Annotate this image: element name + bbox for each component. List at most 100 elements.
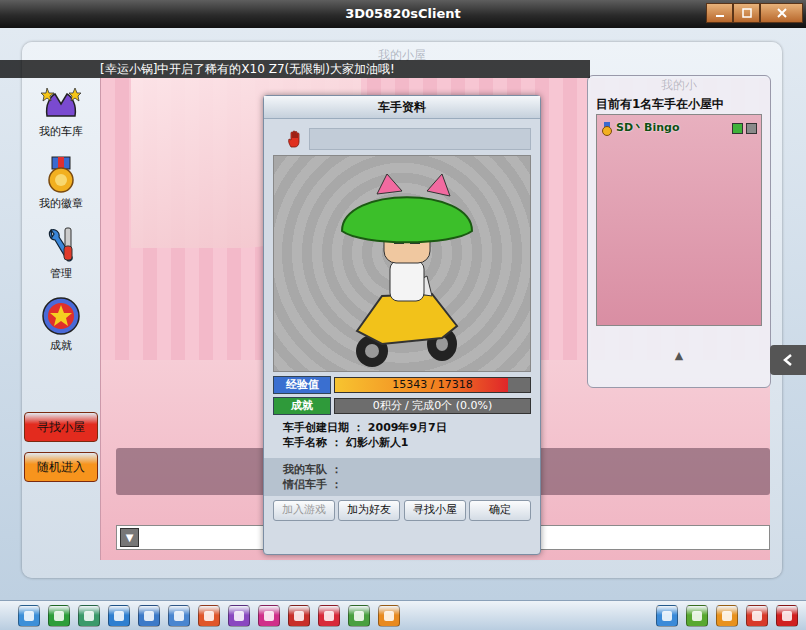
chevron-left-icon [781,353,795,367]
team-label: 情侣车手 ： [283,477,521,492]
sidebar-item-label: 成就 [50,338,72,355]
profile-info: 车手创建日期 ： 2009年9月7日车手名称 ：幻影小新人1 [273,414,531,454]
taskbar-app-icon[interactable] [746,605,768,627]
exp-label: 经验值 [273,376,331,394]
taskbar-glyph [782,611,792,621]
sidebar-button[interactable]: 寻找小屋 [24,412,98,442]
dialog-button: 加入游戏 [273,500,335,521]
team-label: 我的车队 ： [283,462,521,477]
sidebar: 我的车库我的徽章管理成就 寻找小屋随机进入 [22,78,100,560]
chat-toggle[interactable]: ▼ [120,528,139,547]
taskbar-glyph [24,611,34,621]
sidebar-item-label: 管理 [50,266,72,283]
announcement-bar: [幸运小锅]中开启了稀有的X10 Z7(无限制)大家加油哦! [0,60,590,78]
taskbar-app-icon[interactable] [48,605,70,627]
player-list: SD丶Bingo [596,114,762,326]
taskbar-glyph [662,611,672,621]
player-name: SD丶Bingo [616,120,729,137]
close-button[interactable] [760,3,803,23]
minimize-button[interactable] [706,3,733,23]
sidebar-item-label: 我的徽章 [39,196,83,213]
taskbar-app-icon[interactable] [716,605,738,627]
taskbar-app-icon[interactable] [776,605,798,627]
search-row [273,125,531,153]
dialog-button[interactable]: 加为好友 [338,500,400,521]
dialog-title: 车手资料 [264,96,540,119]
avatar-picture [273,155,531,372]
taskbar [0,600,806,630]
info-value: 2009年9月7日 [368,420,447,435]
close-icon [777,8,787,18]
sidebar-item-label: 我的车库 [39,124,83,141]
maximize-button[interactable] [733,3,760,23]
dialog-buttons: 加入游戏加为好友寻找小屋确定 [273,496,531,525]
sidebar-item[interactable]: 成就 [24,296,98,366]
taskbar-glyph [174,611,184,621]
collapse-button[interactable] [770,345,806,375]
taskbar-app-icon[interactable] [138,605,160,627]
taskbar-glyph [264,611,274,621]
team-info: 我的车队 ：情侣车手 ： [264,458,540,496]
achievement-bar: 0积分 / 完成0个 (0.0%) [334,398,531,414]
taskbar-glyph [54,611,64,621]
taskbar-app-icon[interactable] [168,605,190,627]
taskbar-app-icon[interactable] [228,605,250,627]
exp-bar: 15343 / 17318 [334,377,531,393]
taskbar-glyph [384,611,394,621]
taskbar-app-icon[interactable] [78,605,100,627]
garage-icon [41,86,81,122]
room-list-header: 目前有1名车手在小屋中 [596,94,762,114]
medal-icon [601,119,613,137]
taskbar-glyph [692,611,702,621]
player-info-button[interactable] [732,123,743,134]
info-label: 车手创建日期 ： [283,420,364,435]
player-row[interactable]: SD丶Bingo [601,119,757,137]
taskbar-glyph [722,611,732,621]
taskbar-glyph [204,611,214,621]
taskbar-app-icon[interactable] [656,605,678,627]
taskbar-app-icon[interactable] [198,605,220,627]
hand-icon [287,130,303,148]
taskbar-glyph [324,611,334,621]
minimize-icon [715,8,725,18]
taskbar-app-icon[interactable] [108,605,130,627]
taskbar-glyph [114,611,124,621]
title-bar: 3D05820sClient [0,0,806,28]
info-row: 车手名称 ：幻影小新人1 [283,435,531,450]
taskbar-glyph [354,611,364,621]
achievement-label: 成就 [273,397,331,415]
sidebar-item[interactable]: 管理 [24,226,98,296]
taskbar-app-icon[interactable] [318,605,340,627]
taskbar-app-icon[interactable] [258,605,280,627]
taskbar-glyph [84,611,94,621]
taskbar-app-icon[interactable] [686,605,708,627]
badge-icon [43,156,79,194]
info-value: 幻影小新人1 [346,435,409,450]
taskbar-app-icon[interactable] [288,605,310,627]
taskbar-glyph [752,611,762,621]
info-row: 车手创建日期 ： 2009年9月7日 [283,420,531,435]
dialog-button[interactable]: 确定 [469,500,531,521]
scroll-up-button[interactable]: ▲ [596,326,762,387]
dialog-button[interactable]: 寻找小屋 [404,500,466,521]
maximize-icon [742,8,752,18]
racer-figure [302,166,502,371]
room-list-title: 我的小 [596,76,762,94]
taskbar-glyph [294,611,304,621]
achievement-reading: 0积分 / 完成0个 (0.0%) [335,399,530,413]
taskbar-glyph [234,611,244,621]
sidebar-item[interactable]: 我的徽章 [24,156,98,226]
sidebar-item[interactable]: 我的车库 [24,86,98,156]
achievement-icon [41,296,81,336]
sidebar-button[interactable]: 随机进入 [24,452,98,482]
exp-row: 经验值 15343 / 17318 [273,377,531,393]
taskbar-app-icon[interactable] [378,605,400,627]
player-kick-button[interactable] [746,123,757,134]
achievement-row: 成就 0积分 / 完成0个 (0.0%) [273,398,531,414]
tools-icon [43,226,79,264]
search-field[interactable] [309,128,531,150]
taskbar-app-icon[interactable] [18,605,40,627]
game-client: 3D05820sClient 我的小屋 我的车库我的徽章管理成就 寻找小屋随机进… [0,0,806,630]
taskbar-app-icon[interactable] [348,605,370,627]
window-controls [706,3,803,23]
